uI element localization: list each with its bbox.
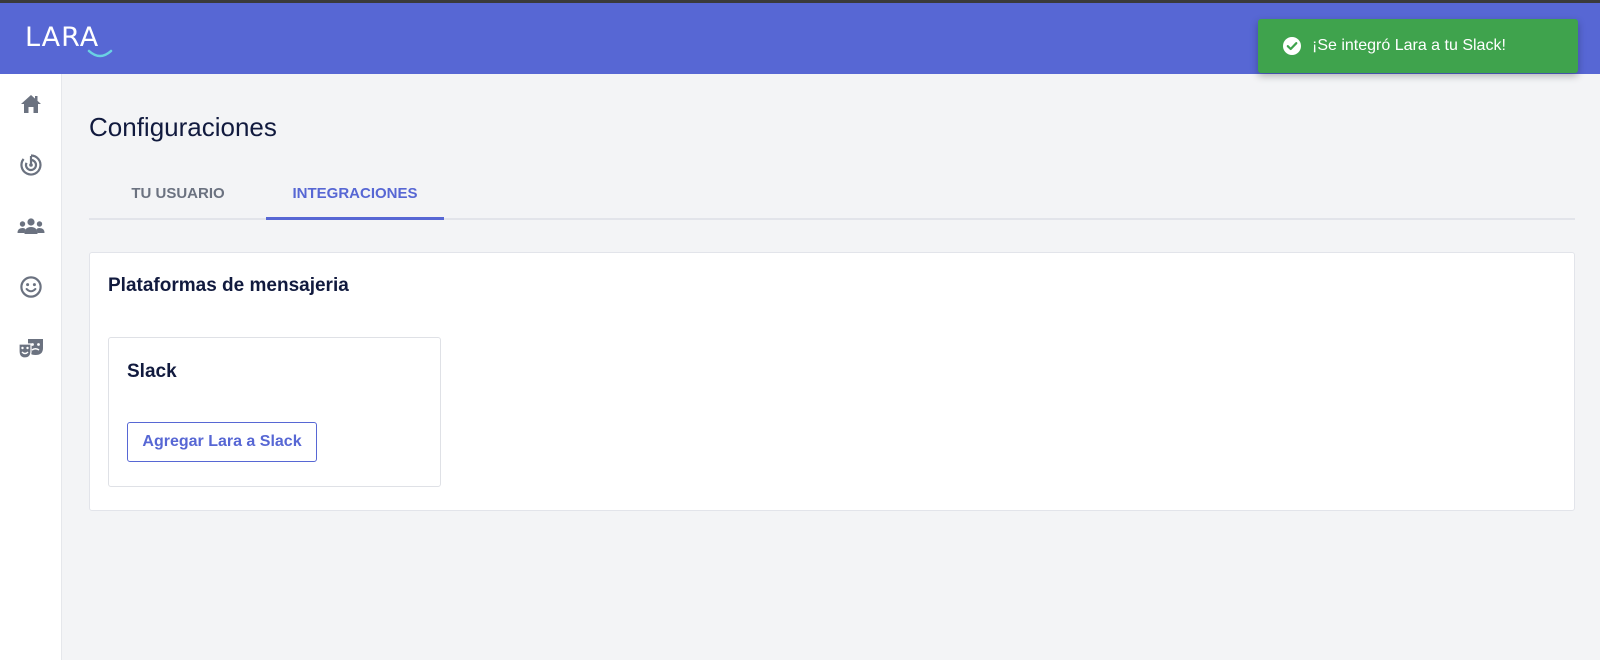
smiley-icon xyxy=(20,276,42,298)
logo-smile-icon xyxy=(87,49,113,58)
home-icon xyxy=(21,95,41,113)
card-title: Slack xyxy=(127,361,177,382)
target-icon xyxy=(20,154,42,176)
tab-integraciones[interactable]: INTEGRACIONES xyxy=(266,185,444,220)
toast-message: ¡Se integró Lara a tu Slack! xyxy=(1312,37,1506,54)
check-circle-icon xyxy=(1282,36,1302,56)
sidebar-item-mood[interactable] xyxy=(17,273,45,301)
slack-integration-card: Slack Agregar Lara a Slack xyxy=(108,337,441,487)
sidebar-item-target[interactable] xyxy=(17,151,45,179)
tab-tu-usuario[interactable]: TU USUARIO xyxy=(89,185,267,220)
lara-logo[interactable]: LARA xyxy=(25,23,113,63)
page-title: Configuraciones xyxy=(89,112,277,142)
theater-masks-icon xyxy=(18,339,43,359)
section-title: Plataformas de mensajeria xyxy=(108,275,349,296)
sidebar-item-home[interactable] xyxy=(17,90,45,118)
settings-tabs: TU USUARIO INTEGRACIONES xyxy=(89,177,1575,220)
success-toast[interactable]: ¡Se integró Lara a tu Slack! xyxy=(1258,19,1578,73)
main-content: Configuraciones TU USUARIO INTEGRACIONES… xyxy=(62,74,1600,660)
users-icon xyxy=(17,218,45,234)
add-lara-to-slack-button[interactable]: Agregar Lara a Slack xyxy=(127,422,317,462)
sidebar-item-culture[interactable] xyxy=(17,334,45,362)
sidebar xyxy=(0,74,62,660)
sidebar-item-team[interactable] xyxy=(17,212,45,240)
messaging-platforms-panel: Plataformas de mensajeria Slack Agregar … xyxy=(89,252,1575,511)
